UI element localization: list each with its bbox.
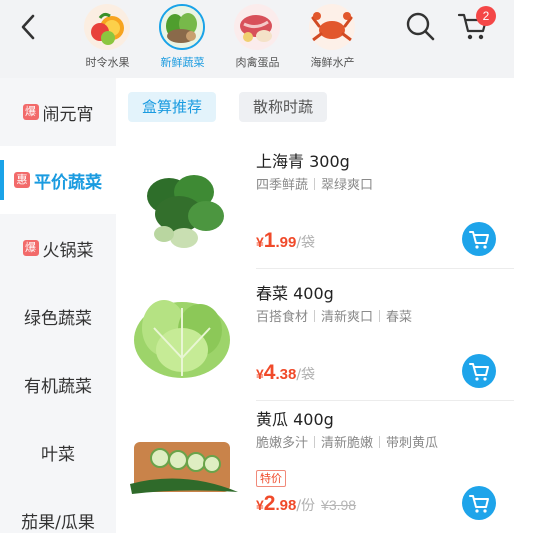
- sidebar-item-hotpot[interactable]: 爆 火锅菜: [0, 214, 116, 282]
- sidebar-item-label: 火锅菜: [42, 240, 94, 261]
- product-tag: 清新爽口: [321, 310, 374, 325]
- sidebar-item-label: 平价蔬菜: [34, 172, 102, 193]
- top-bar: 时令水果 新鲜蔬菜 肉禽蛋品 海鲜水产 2: [0, 0, 550, 78]
- category-tab-meat[interactable]: 肉禽蛋品: [220, 2, 295, 72]
- back-arrow-icon[interactable]: [14, 12, 42, 42]
- add-to-cart-button[interactable]: [462, 354, 496, 388]
- product-card[interactable]: 上海青 300g 四季鲜蔬 翠绿爽口 ¥1.99/袋: [116, 138, 514, 268]
- fruit-icon: [84, 4, 130, 50]
- sidebar-item-label: 有机蔬菜: [24, 376, 92, 397]
- product-list: 盒算推荐 散称时蔬 上海青 300g 四季鲜蔬 翠绿爽口 ¥1.99/袋 春菜 …: [116, 78, 514, 533]
- product-tags: 四季鲜蔬 翠绿爽口: [256, 174, 373, 193]
- crab-icon: [309, 4, 355, 50]
- sidebar-item-label: 绿色蔬菜: [24, 308, 92, 329]
- subtab-loose-vegetables[interactable]: 散称时蔬: [239, 92, 328, 122]
- hot-tag: 爆: [22, 240, 39, 256]
- sidebar-item-gourds[interactable]: 茄果/瓜果: [0, 486, 116, 533]
- sidebar-item-lantern-festival[interactable]: 爆 闹元宵: [0, 78, 116, 146]
- category-label: 肉禽蛋品: [235, 56, 280, 69]
- price-integer: 4: [263, 361, 276, 384]
- divider: [256, 268, 514, 269]
- product-tag: 翠绿爽口: [321, 178, 374, 193]
- category-tab-fruit[interactable]: 时令水果: [70, 2, 145, 72]
- product-price: ¥1.99/袋: [256, 229, 315, 253]
- meat-icon: [234, 4, 280, 50]
- product-card[interactable]: 黄瓜 400g 脆嫩多汁 清新脆嫩 带刺黄瓜 特价 ¥2.98/份 ¥3.98: [116, 408, 514, 533]
- currency-symbol: ¥: [256, 366, 264, 382]
- category-tabs: 时令水果 新鲜蔬菜 肉禽蛋品 海鲜水产: [70, 2, 370, 72]
- sidebar-item-organic-vegetables[interactable]: 有机蔬菜: [0, 350, 116, 418]
- category-label: 海鲜水产: [310, 56, 355, 69]
- subtab-recommended[interactable]: 盒算推荐: [128, 92, 217, 122]
- product-tag: 四季鲜蔬: [256, 178, 309, 193]
- cucumber-image: [130, 442, 238, 494]
- cart-icon: [469, 495, 489, 513]
- product-tag: 百搭食材: [256, 310, 309, 325]
- category-tab-vegetable[interactable]: 新鲜蔬菜: [145, 2, 220, 72]
- category-sidebar: 爆 闹元宵 惠 平价蔬菜 爆 火锅菜 绿色蔬菜 有机蔬菜 叶菜 茄果/瓜果: [0, 78, 116, 533]
- currency-symbol: ¥: [256, 234, 264, 250]
- add-to-cart-button[interactable]: [462, 486, 496, 520]
- sidebar-item-green-vegetables[interactable]: 绿色蔬菜: [0, 282, 116, 350]
- discount-tag: 惠: [14, 172, 30, 188]
- special-price-badge: 特价: [256, 470, 286, 487]
- top-right-blank: [514, 0, 550, 78]
- product-tag: 清新脆嫩: [321, 436, 374, 451]
- original-price: ¥3.98: [321, 497, 357, 513]
- hot-tag: 爆: [22, 104, 39, 120]
- price-decimal: .38: [275, 366, 297, 383]
- product-tag: 春菜: [386, 310, 413, 325]
- cart-icon: [469, 231, 489, 249]
- currency-symbol: ¥: [256, 497, 264, 513]
- cart-count-badge: 2: [476, 6, 496, 26]
- vegetable-icon: [159, 4, 205, 50]
- sidebar-item-label: 叶菜: [41, 444, 75, 465]
- bok-choy-image: [147, 175, 224, 248]
- right-gutter: [514, 78, 550, 533]
- lettuce-image: [134, 300, 230, 378]
- category-tab-seafood[interactable]: 海鲜水产: [295, 2, 370, 72]
- price-unit: /份: [296, 498, 316, 514]
- sidebar-item-leafy[interactable]: 叶菜: [0, 418, 116, 486]
- search-icon[interactable]: [404, 10, 436, 42]
- product-price: ¥4.38/袋: [256, 361, 315, 385]
- price-integer: 2: [263, 492, 276, 515]
- product-card[interactable]: 春菜 400g 百搭食材 清新爽口 春菜 ¥4.38/袋: [116, 276, 514, 406]
- sidebar-item-label: 茄果/瓜果: [21, 512, 95, 533]
- price-decimal: .98: [275, 497, 297, 514]
- divider: [256, 400, 514, 401]
- sidebar-item-label: 闹元宵: [42, 104, 94, 125]
- sidebar-item-budget-vegetables[interactable]: 惠 平价蔬菜: [0, 146, 116, 214]
- cart-icon: [469, 363, 489, 381]
- price-unit: /袋: [296, 235, 316, 251]
- product-tags: 百搭食材 清新爽口 春菜: [256, 306, 412, 325]
- price-integer: 1: [263, 229, 276, 252]
- product-tag: 脆嫩多汁: [256, 436, 309, 451]
- product-price: ¥2.98/份 ¥3.98: [256, 492, 356, 516]
- product-name: 上海青 300g: [256, 152, 350, 171]
- product-tag: 带刺黄瓜: [386, 436, 439, 451]
- product-name: 春菜 400g: [256, 284, 334, 303]
- category-label: 新鲜蔬菜: [160, 56, 205, 69]
- add-to-cart-button[interactable]: [462, 222, 496, 256]
- product-tags: 脆嫩多汁 清新脆嫩 带刺黄瓜: [256, 432, 438, 451]
- price-decimal: .99: [275, 234, 297, 251]
- price-unit: /袋: [296, 367, 316, 383]
- product-name: 黄瓜 400g: [256, 410, 334, 429]
- category-label: 时令水果: [85, 56, 130, 69]
